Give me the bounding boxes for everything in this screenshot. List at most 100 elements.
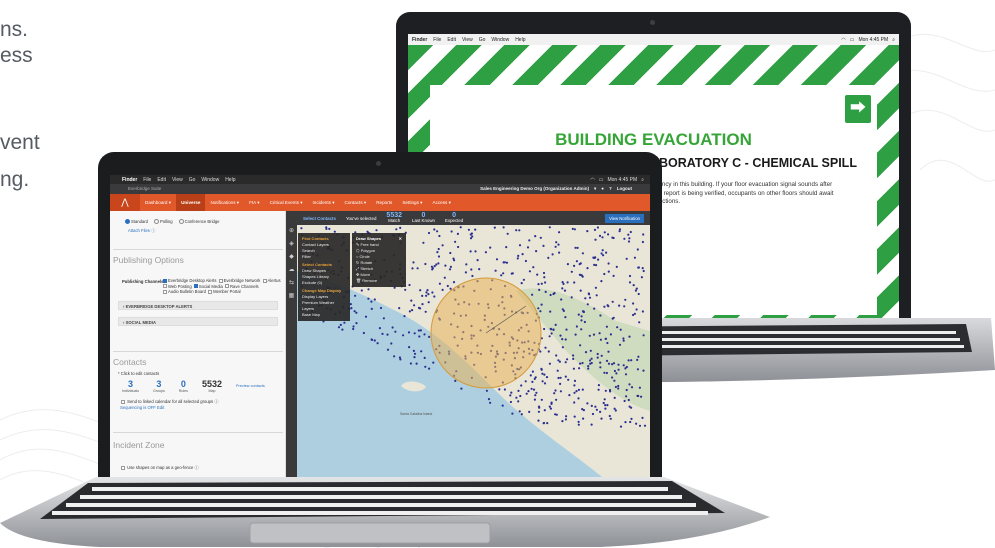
contact-marker[interactable] [635,287,638,290]
contact-marker[interactable] [614,385,617,389]
contact-marker[interactable] [641,240,644,244]
contact-marker[interactable] [437,255,441,258]
contact-marker[interactable] [520,282,523,285]
contact-marker[interactable] [471,274,474,278]
contact-marker[interactable] [510,391,513,394]
contact-marker[interactable] [421,303,424,306]
contact-marker[interactable] [373,339,376,342]
contact-marker[interactable] [551,253,554,256]
contact-marker[interactable] [573,228,576,231]
contact-marker[interactable] [493,226,496,229]
contact-marker[interactable] [564,418,567,421]
contact-marker[interactable] [581,388,584,391]
contact-marker[interactable] [632,302,635,305]
logout-link[interactable]: Logout [617,186,632,192]
contact-marker[interactable] [426,289,429,292]
contact-marker[interactable] [586,303,589,306]
contact-marker[interactable] [608,388,612,392]
contact-marker[interactable] [435,263,438,266]
cloud-icon[interactable]: ☁ [286,266,297,273]
contact-marker[interactable] [580,328,583,331]
contact-marker[interactable] [635,308,638,311]
contact-marker[interactable] [452,257,455,260]
contact-marker[interactable] [548,226,551,229]
user-icon[interactable]: ● [601,186,604,192]
contact-marker[interactable] [568,394,571,397]
contact-marker[interactable] [613,407,616,410]
contact-marker[interactable] [595,408,598,411]
contact-marker[interactable] [612,362,616,365]
contact-marker[interactable] [624,367,627,370]
contact-marker[interactable] [543,409,546,412]
contact-marker[interactable] [353,310,356,313]
contact-marker[interactable] [588,293,591,296]
menu-go[interactable]: Go [189,177,196,183]
contact-marker[interactable] [573,379,577,382]
contact-marker[interactable] [594,238,597,241]
contact-marker[interactable] [566,281,569,284]
contact-marker[interactable] [427,293,430,296]
contact-marker[interactable] [535,391,538,394]
contact-marker[interactable] [630,417,633,420]
mode-conference-bridge[interactable]: Conference Bridge [178,219,220,225]
contact-marker[interactable] [606,341,609,345]
contact-marker[interactable] [476,259,479,262]
contact-marker[interactable] [548,362,551,365]
contact-marker[interactable] [555,398,558,401]
contact-marker[interactable] [577,423,580,426]
contact-marker[interactable] [618,304,621,307]
contact-marker[interactable] [572,354,575,357]
nav-critical-events[interactable]: Critical Events ▾ [265,200,308,206]
contact-marker[interactable] [573,384,576,387]
contact-marker[interactable] [619,328,622,331]
contact-marker[interactable] [467,228,470,231]
menubar-clock[interactable]: Mon 4:45 PM [607,177,637,183]
contact-marker[interactable] [549,293,552,297]
contact-marker[interactable] [443,276,446,279]
contact-marker[interactable] [570,296,573,299]
contact-marker[interactable] [636,394,639,397]
contact-map[interactable]: ⊕ ◈ ◆ ☁ ⇆ ▦ Select Contacts You've selec… [286,211,650,489]
nav-access[interactable]: Access ▾ [428,200,456,206]
attach-files-link[interactable]: Attach Files ⓘ [128,228,155,234]
contact-marker[interactable] [341,328,344,331]
contact-marker[interactable] [417,329,420,332]
contact-marker[interactable] [596,356,599,359]
contact-marker[interactable] [607,270,610,273]
contact-marker[interactable] [527,390,530,393]
contact-marker[interactable] [506,232,509,235]
contact-marker[interactable] [415,362,418,365]
contact-marker[interactable] [594,286,597,289]
battery-icon[interactable]: ▭ [850,37,855,43]
nav-dashboard[interactable]: Dashboard ▾ [140,200,176,206]
contact-marker[interactable] [573,415,576,418]
contact-marker[interactable] [641,267,644,270]
contact-marker[interactable] [378,327,381,330]
contact-marker[interactable] [355,322,358,325]
contact-marker[interactable] [395,228,398,231]
contact-marker[interactable] [579,344,582,347]
contact-marker[interactable] [637,292,640,296]
contact-marker[interactable] [540,303,543,306]
contact-marker[interactable] [574,333,577,336]
contact-marker[interactable] [628,274,632,278]
contact-marker[interactable] [408,346,411,349]
contact-marker[interactable] [613,379,616,382]
contact-marker[interactable] [589,349,592,352]
contact-marker[interactable] [602,401,605,405]
contact-marker[interactable] [622,364,625,367]
contact-marker[interactable] [517,389,520,392]
contact-marker[interactable] [531,293,534,296]
contact-marker[interactable] [546,422,549,425]
contact-marker[interactable] [599,361,602,364]
contact-marker[interactable] [642,369,645,372]
contact-marker[interactable] [367,297,370,300]
contact-marker[interactable] [376,342,379,345]
contact-marker[interactable] [573,391,576,394]
contact-marker[interactable] [554,413,557,416]
contact-marker[interactable] [615,372,618,375]
contact-marker[interactable] [399,226,402,229]
contact-marker[interactable] [352,325,355,328]
contact-marker[interactable] [469,237,473,240]
contact-marker[interactable] [502,226,505,229]
